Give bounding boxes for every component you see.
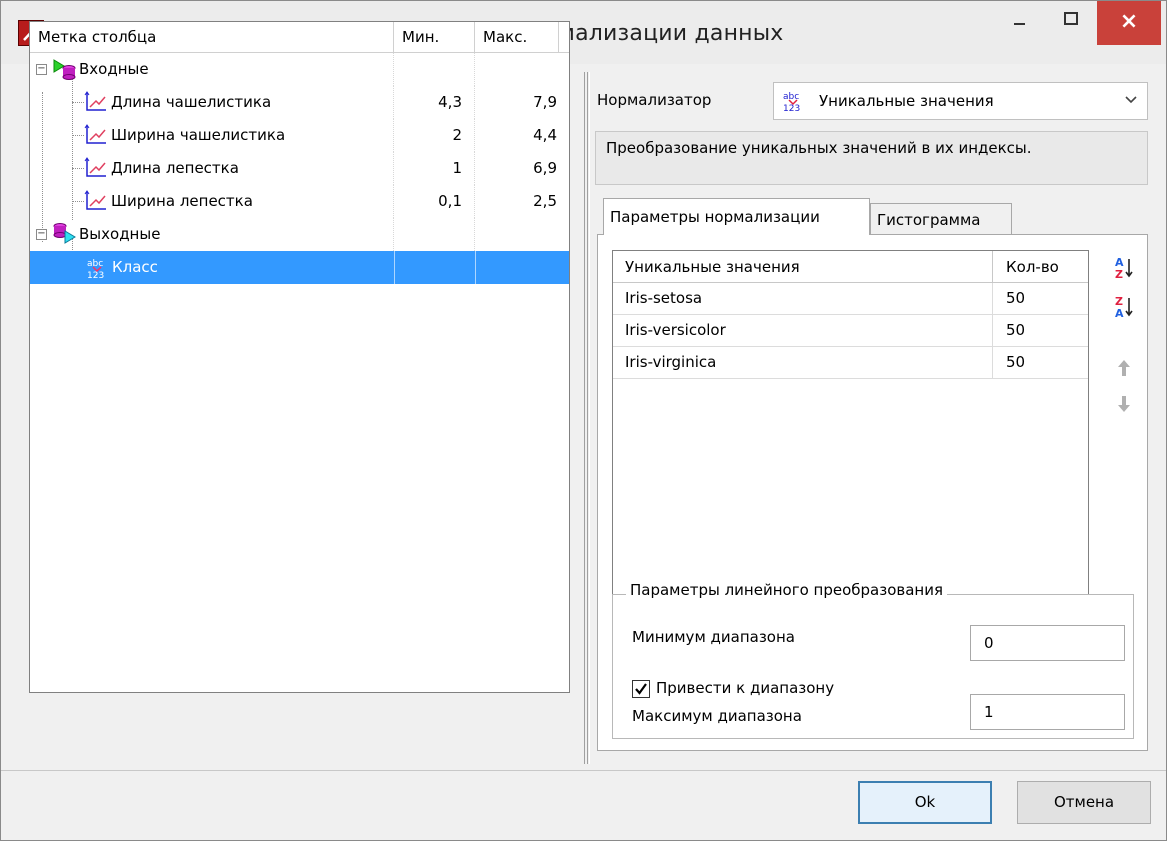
splitter[interactable]: [584, 72, 590, 764]
value-cell: Iris-setosa: [613, 283, 993, 314]
cancel-button[interactable]: Отмена: [1017, 781, 1151, 824]
value-cell: Iris-virginica: [613, 347, 993, 378]
check-icon: [635, 683, 647, 695]
tree-item-min: 0,1: [394, 185, 475, 218]
minimize-icon: [1014, 23, 1025, 25]
table-row[interactable]: Iris-setosa 50: [613, 283, 1088, 315]
sort-za-icon: Z A: [1115, 295, 1133, 320]
tree-item-selected[interactable]: abc 123 Класс: [30, 251, 569, 284]
range-max-label: Максимум диапазона: [632, 707, 802, 725]
value-cell: Iris-versicolor: [613, 315, 993, 346]
tree-item[interactable]: Длина лепестка 1 6,9: [30, 152, 569, 185]
sort-ascending-button[interactable]: A Z: [1109, 253, 1139, 283]
tab-normalization-params[interactable]: Параметры нормализации: [603, 198, 870, 235]
column-min-header[interactable]: Мин.: [394, 22, 475, 52]
tree-item[interactable]: Длина чашелистика 4,3 7,9: [30, 86, 569, 119]
tree-item-max: 4,4: [533, 126, 557, 144]
linear-transform-title: Параметры линейного преобразования: [626, 581, 947, 599]
tree-item-max: 7,9: [533, 93, 557, 111]
close-button[interactable]: ×: [1097, 1, 1161, 45]
dialog-window: Настройка нормализации данных × Метка ст…: [0, 0, 1167, 841]
chevron-down-icon: [1125, 83, 1137, 119]
tree-header: Метка столбца Мин. Макс.: [30, 22, 569, 53]
column-label-header[interactable]: Метка столбца: [30, 22, 394, 52]
tree-group-outputs[interactable]: − Выходные: [30, 218, 569, 251]
tree-item-min: 4,3: [394, 86, 475, 119]
count-cell: 50: [1006, 353, 1026, 371]
svg-text:123: 123: [87, 271, 104, 280]
ok-button[interactable]: Ok: [858, 781, 992, 824]
move-down-button[interactable]: [1109, 389, 1139, 419]
move-up-button[interactable]: [1109, 353, 1139, 383]
close-icon: ×: [1119, 9, 1139, 34]
normalizer-label: Нормализатор: [597, 91, 712, 109]
svg-text:A: A: [1115, 307, 1124, 320]
normalizer-select[interactable]: abc 123 Уникальные значения: [773, 82, 1148, 120]
normalizer-description: Преобразование уникальных значений в их …: [595, 131, 1148, 185]
tree-item[interactable]: Ширина лепестка 0,1 2,5: [30, 185, 569, 218]
tree-item-label: Класс: [112, 258, 158, 276]
table-row[interactable]: Iris-versicolor 50: [613, 315, 1088, 347]
arrow-down-icon: [1118, 396, 1130, 412]
categorical-column-icon: abc 123: [87, 259, 104, 280]
sort-descending-button[interactable]: Z A: [1109, 292, 1139, 322]
maximize-button[interactable]: [1046, 1, 1096, 45]
range-min-field[interactable]: 0: [970, 625, 1125, 661]
maximize-icon: [1064, 12, 1078, 25]
fit-range-checkbox[interactable]: [632, 680, 650, 698]
tree-item-min: 1: [394, 152, 475, 185]
tree-item[interactable]: Ширина чашелистика 2 4,4: [30, 119, 569, 152]
normalizer-value: Уникальные значения: [819, 92, 994, 110]
unique-values-grid[interactable]: Уникальные значения Кол-во Iris-setosa 5…: [612, 250, 1089, 595]
range-min-label: Минимум диапазона: [632, 628, 795, 646]
column-max-header[interactable]: Макс.: [475, 22, 559, 52]
fit-range-label[interactable]: Привести к диапазону: [656, 679, 834, 697]
svg-text:Z: Z: [1115, 268, 1123, 281]
count-cell: 50: [1006, 321, 1026, 339]
columns-tree[interactable]: Метка столбца Мин. Макс. − Входные Длина…: [29, 21, 570, 693]
tree-item-max: 6,9: [533, 159, 557, 177]
tab-histogram[interactable]: Гистограмма: [870, 203, 1012, 235]
svg-text:123: 123: [783, 104, 800, 113]
minimize-button[interactable]: [996, 1, 1046, 45]
range-max-field[interactable]: 1: [970, 694, 1125, 730]
grid-header-value[interactable]: Уникальные значения: [613, 251, 993, 283]
tree-group-inputs[interactable]: − Входные: [30, 53, 569, 86]
arrow-up-icon: [1118, 360, 1130, 376]
grid-header-count[interactable]: Кол-во: [993, 251, 1088, 283]
tree-item-min: 2: [394, 119, 475, 152]
sort-az-icon: A Z: [1115, 256, 1133, 281]
unique-values-icon: abc 123: [783, 92, 800, 113]
tree-item-max: 2,5: [533, 192, 557, 210]
count-cell: 50: [1006, 289, 1026, 307]
table-row[interactable]: Iris-virginica 50: [613, 347, 1088, 379]
